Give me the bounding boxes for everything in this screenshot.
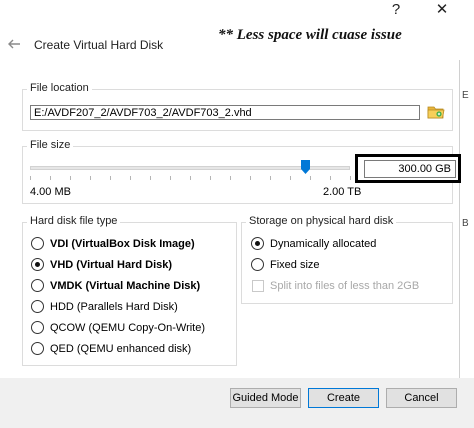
close-button[interactable]: ✕ [427,0,457,20]
slider-tick [130,176,131,180]
slider-tick [150,176,151,180]
radio-indicator[interactable] [31,258,44,271]
dialog-title: Create Virtual Hard Disk [34,38,164,52]
radio-indicator[interactable] [31,300,44,313]
guided-mode-button[interactable]: Guided Mode [230,388,301,408]
slider-tick [70,176,71,180]
slider-tick [30,176,31,180]
annotation-note: ** Less space will cuase issue [218,27,402,43]
file-location-label: File location [27,82,92,94]
radio-label: QCOW (QEMU Copy-On-Write) [50,322,206,334]
radio-label: QED (QEMU enhanced disk) [50,343,192,355]
slider-tick [350,176,351,180]
slider-min-label: 4.00 MB [30,186,71,198]
radio-label: Fixed size [270,259,320,271]
radio-indicator[interactable] [31,237,44,250]
help-button[interactable]: ? [381,0,411,20]
slider-tick [110,176,111,180]
folder-icon[interactable] [427,104,445,120]
slider-tick [270,176,271,180]
side-glyph-top: E [462,90,469,101]
radio-label: Dynamically allocated [270,238,377,250]
slider-tick [290,176,291,180]
window-edge-divider [459,60,460,380]
radio-indicator[interactable] [251,258,264,271]
radio-indicator[interactable] [31,321,44,334]
radio-label: VMDK (Virtual Machine Disk) [50,280,201,292]
back-arrow-icon[interactable] [6,36,22,52]
radio-indicator[interactable] [31,342,44,355]
file-size-input[interactable]: 300.00 GB [364,160,456,178]
slider-tick [230,176,231,180]
radio-indicator[interactable] [31,279,44,292]
radio-label: VHD (Virtual Hard Disk) [50,259,173,271]
slider-tick [310,176,311,180]
side-glyph-mid: B [462,218,469,229]
slider-tick [330,176,331,180]
split-files-label: Split into files of less than 2GB [270,280,420,292]
file-size-label: File size [27,139,74,151]
disk-type-label: Hard disk file type [27,215,121,227]
radio-label: VDI (VirtualBox Disk Image) [50,238,195,250]
file-path-input[interactable]: E:/AVDF207_2/AVDF703_2/AVDF703_2.vhd [30,105,420,120]
slider-tick [250,176,251,180]
create-button[interactable]: Create [308,388,379,408]
slider-tick [90,176,91,180]
slider-tick [190,176,191,180]
cancel-button[interactable]: Cancel [386,388,457,408]
slider-tick [170,176,171,180]
radio-indicator[interactable] [251,237,264,250]
radio-label: HDD (Parallels Hard Disk) [50,301,178,313]
split-files-checkbox[interactable] [252,280,264,292]
slider-tick [210,176,211,180]
slider-tick [50,176,51,180]
slider-max-label: 2.00 TB [323,186,362,198]
storage-label: Storage on physical hard disk [246,215,397,227]
file-size-slider-thumb[interactable] [301,160,311,174]
size-highlight-box: 300.00 GB [355,154,461,183]
